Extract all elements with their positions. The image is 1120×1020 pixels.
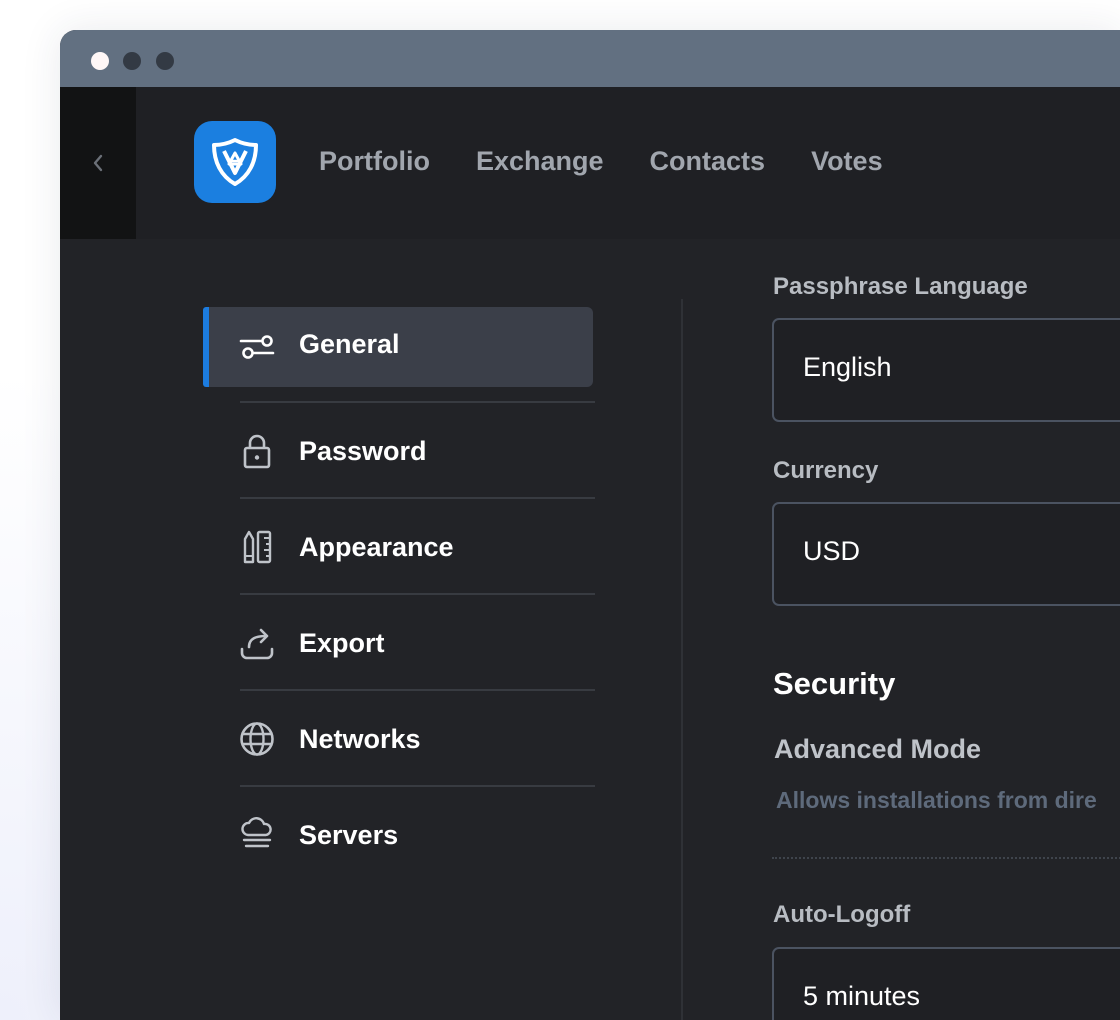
nav-exchange[interactable]: Exchange	[476, 143, 604, 179]
share-icon	[239, 625, 275, 661]
sidebar-item-label: Export	[299, 627, 385, 658]
select-value: English	[803, 352, 892, 382]
passphrase-language-select[interactable]: English	[772, 318, 1120, 422]
sidebar-item-servers[interactable]: Servers	[203, 787, 595, 883]
back-button[interactable]	[60, 87, 136, 239]
sidebar-item-networks[interactable]: Networks	[203, 691, 595, 787]
nav-contacts[interactable]: Contacts	[650, 143, 766, 179]
lock-icon	[239, 433, 275, 469]
section-divider	[772, 857, 1120, 859]
window-close-button[interactable]	[91, 52, 109, 70]
window-minimize-button[interactable]	[123, 52, 141, 70]
auto-logoff-label: Auto-Logoff	[773, 901, 911, 928]
top-navigation: Portfolio Exchange Contacts Votes	[60, 87, 1120, 239]
chevron-left-icon	[93, 154, 103, 172]
settings-sidebar: General Password Appearance Export Netwo…	[203, 307, 595, 883]
sidebar-item-appearance[interactable]: Appearance	[203, 499, 595, 595]
select-value: 5 minutes	[803, 981, 921, 1011]
app-logo[interactable]	[194, 121, 276, 203]
advanced-mode-description: Allows installations from dire	[776, 787, 1097, 813]
app-window: Portfolio Exchange Contacts Votes Genera…	[60, 30, 1120, 1020]
passphrase-language-label: Passphrase Language	[773, 273, 1028, 300]
sidebar-item-label: Password	[299, 435, 427, 466]
vertical-divider	[681, 299, 683, 1020]
settings-content: General Password Appearance Export Netwo…	[60, 239, 1120, 1020]
sidebar-item-export[interactable]: Export	[203, 595, 595, 691]
sidebar-item-password[interactable]: Password	[203, 403, 595, 499]
window-maximize-button[interactable]	[156, 52, 174, 70]
sliders-icon	[239, 329, 275, 365]
server-cloud-icon	[239, 817, 275, 853]
active-indicator	[203, 307, 209, 387]
security-heading: Security	[773, 666, 896, 701]
currency-select[interactable]: USD	[772, 502, 1120, 606]
select-value: USD	[803, 536, 861, 566]
currency-label: Currency	[773, 457, 879, 484]
sidebar-item-label: Networks	[299, 723, 421, 754]
sidebar-item-label: Servers	[299, 819, 399, 850]
nav-votes[interactable]: Votes	[811, 143, 883, 179]
shield-logo-icon	[212, 138, 258, 186]
pencil-ruler-icon	[239, 529, 275, 565]
auto-logoff-select[interactable]: 5 minutes	[772, 947, 1120, 1020]
globe-icon	[239, 721, 275, 757]
sidebar-item-label: Appearance	[299, 531, 454, 562]
advanced-mode-title: Advanced Mode	[774, 734, 982, 764]
sidebar-item-label: General	[299, 329, 400, 359]
sidebar-item-general[interactable]: General	[203, 307, 595, 403]
window-titlebar	[60, 30, 1120, 87]
nav-portfolio[interactable]: Portfolio	[319, 143, 430, 179]
main-nav: Portfolio Exchange Contacts Votes	[319, 143, 929, 179]
